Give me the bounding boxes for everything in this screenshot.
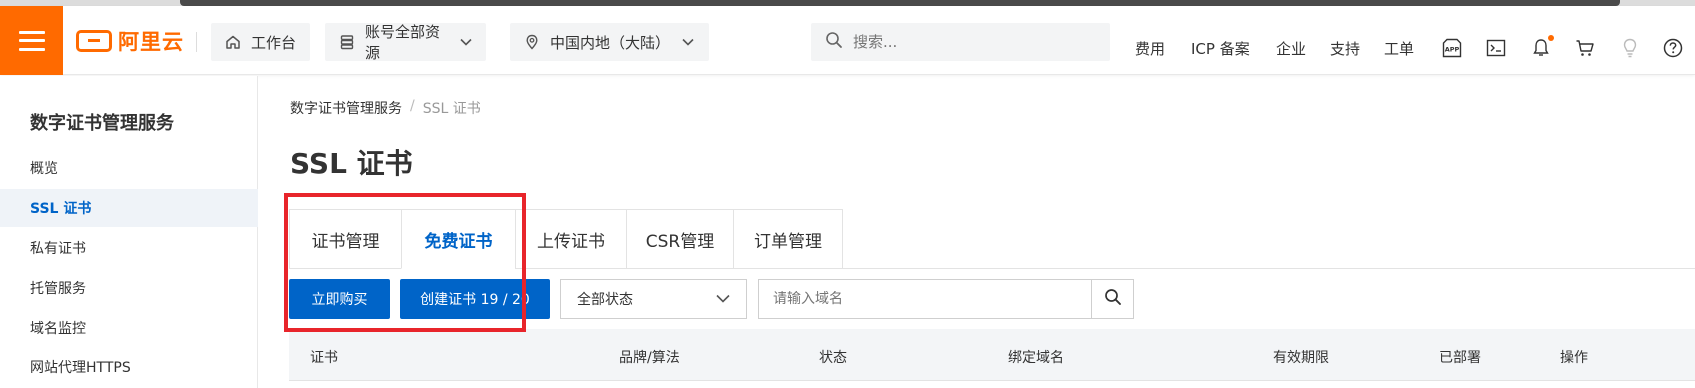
workbench-label: 工作台 (251, 33, 297, 52)
sidebar-item-overview[interactable]: 概览 (0, 149, 258, 187)
support-link[interactable]: 支持 (1330, 38, 1360, 59)
column-header-validity: 有效期限 (1273, 350, 1329, 366)
status-select-value: 全部状态 (577, 292, 633, 308)
bell-icon[interactable] (1530, 35, 1554, 59)
logo-divider (196, 32, 197, 52)
tab-csr-management[interactable]: CSR管理 (626, 209, 733, 269)
menu-icon[interactable] (0, 6, 63, 75)
top-navigation-bar: 阿里云 工作台 账号全部资源 中国内地（大陆） 费用 ICP 备案 企业 支 (0, 6, 1695, 75)
breadcrumb-separator: / (410, 98, 415, 114)
create-cert-button[interactable]: 创建证书 19 / 20 (400, 279, 550, 319)
location-pin-icon (524, 34, 540, 50)
search-icon (825, 31, 843, 54)
lightbulb-icon[interactable] (1619, 37, 1641, 59)
sidebar-item-private-cert[interactable]: 私有证书 (0, 229, 258, 267)
global-search[interactable] (811, 23, 1110, 61)
svg-text:APP: APP (1445, 46, 1460, 54)
column-header-domain: 绑定域名 (1008, 350, 1064, 366)
tab-upload-cert[interactable]: 上传证书 (515, 209, 626, 269)
tab-order-management[interactable]: 订单管理 (733, 209, 843, 269)
database-icon (339, 34, 355, 50)
chevron-down-icon (460, 35, 472, 49)
column-header-deployed: 已部署 (1439, 350, 1481, 366)
table-header: 证书 品牌/算法 状态 绑定域名 有效期限 已部署 操作 (289, 329, 1695, 381)
logo-mark-icon (76, 30, 112, 52)
domain-search-button[interactable] (1092, 279, 1134, 319)
sidebar-item-hosting[interactable]: 托管服务 (0, 269, 258, 307)
tab-divider (843, 268, 1695, 269)
column-header-actions: 操作 (1560, 350, 1588, 366)
column-header-cert: 证书 (310, 350, 338, 366)
notification-dot (1548, 35, 1554, 41)
sidebar-item-ssl-cert[interactable]: SSL 证书 (0, 189, 258, 227)
breadcrumb: 数字证书管理服务 / SSL 证书 (290, 98, 481, 118)
cart-icon[interactable] (1574, 37, 1596, 59)
terminal-icon[interactable] (1485, 37, 1507, 59)
app-icon[interactable]: APP (1441, 37, 1463, 59)
status-select[interactable]: 全部状态 (560, 279, 747, 319)
sidebar-title: 数字证书管理服务 (30, 113, 174, 134)
sidebar-item-https-proxy[interactable]: 网站代理HTTPS (0, 348, 258, 386)
help-icon[interactable] (1662, 37, 1684, 59)
region-label: 中国内地（大陆） (550, 33, 671, 52)
domain-search-input[interactable] (773, 291, 1073, 307)
tab-bar: 证书管理 免费证书 上传证书 CSR管理 订单管理 (289, 209, 843, 269)
global-search-input[interactable] (853, 33, 1093, 51)
buy-now-button[interactable]: 立即购买 (289, 279, 390, 319)
region-dropdown[interactable]: 中国内地（大陆） (510, 23, 709, 61)
home-icon (225, 34, 241, 50)
sidebar-item-domain-monitor[interactable]: 域名监控 (0, 309, 258, 347)
enterprise-link[interactable]: 企业 (1276, 38, 1306, 59)
chevron-down-icon (716, 291, 730, 307)
tab-cert-management[interactable]: 证书管理 (289, 209, 401, 269)
search-icon (1104, 288, 1122, 310)
sidebar: 数字证书管理服务 概览 SSL 证书 私有证书 托管服务 域名监控 网站代理HT… (0, 76, 258, 388)
column-header-status: 状态 (819, 350, 847, 366)
logo-text: 阿里云 (118, 30, 184, 54)
workbench-button[interactable]: 工作台 (211, 23, 311, 61)
domain-search-field[interactable] (758, 279, 1092, 319)
chevron-down-icon (682, 35, 694, 49)
breadcrumb-current: SSL 证书 (422, 101, 481, 117)
tab-free-cert[interactable]: 免费证书 (401, 209, 515, 269)
resources-dropdown[interactable]: 账号全部资源 (325, 23, 486, 62)
breadcrumb-root[interactable]: 数字证书管理服务 (290, 98, 402, 118)
fees-link[interactable]: 费用 (1135, 38, 1165, 59)
aliyun-logo[interactable]: 阿里云 (76, 26, 184, 56)
column-header-brand: 品牌/算法 (619, 350, 680, 366)
icp-link[interactable]: ICP 备案 (1191, 38, 1250, 59)
resources-label: 账号全部资源 (365, 23, 441, 62)
ticket-link[interactable]: 工单 (1384, 38, 1414, 59)
page-title: SSL 证书 (290, 147, 413, 180)
